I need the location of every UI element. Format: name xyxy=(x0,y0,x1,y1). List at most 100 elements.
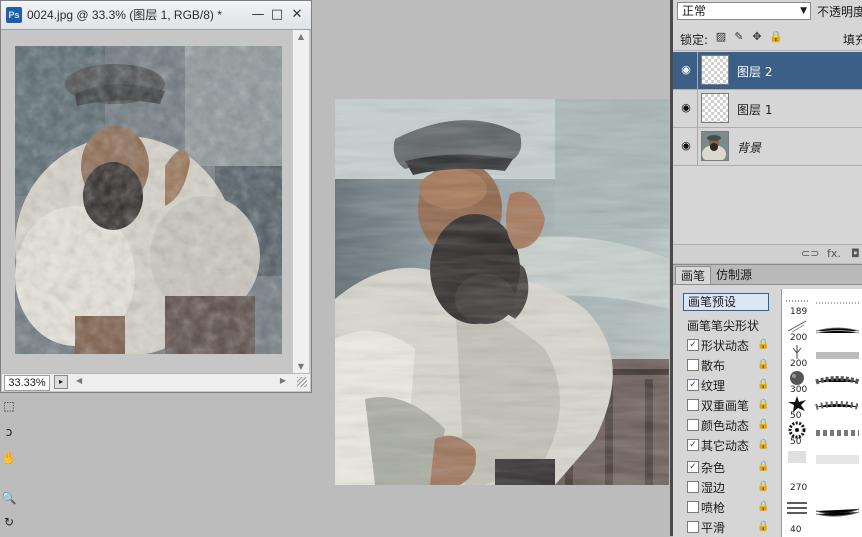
brush-tabbar: 画笔 仿制源 xyxy=(673,265,862,285)
resize-grip[interactable] xyxy=(297,377,307,387)
option-label: 画笔笔尖形状 xyxy=(687,319,760,333)
close-button[interactable]: ✕ xyxy=(288,6,306,24)
checkbox[interactable]: ✓ xyxy=(687,379,699,391)
fill-label: 填充 xyxy=(843,33,862,47)
brush-option[interactable]: 颜色动态 🔒 xyxy=(685,415,773,435)
checkbox[interactable]: ✓ xyxy=(687,339,699,351)
brush-presets-button[interactable]: 画笔预设 xyxy=(683,293,769,311)
lock-icon[interactable]: 🔒 xyxy=(757,481,769,492)
brush-presets-list[interactable]: 189 200 200 300 50 50 270 40 xyxy=(781,289,862,537)
layers-footer: ⊂⊃ fx. ◘ xyxy=(673,244,862,263)
marquee-icon[interactable]: ⬚ xyxy=(1,398,17,414)
brush-option[interactable]: 湿边 🔒 xyxy=(685,477,773,497)
lock-label: 锁定: xyxy=(680,33,709,47)
eye-icon[interactable]: ◉ xyxy=(679,101,693,115)
mask-icon[interactable]: ◘ xyxy=(851,247,860,260)
layer-row-background[interactable]: ◉ 背景 xyxy=(673,128,862,166)
checkbox[interactable] xyxy=(687,521,699,533)
lock-row: 锁定: ▨ ✎ ✥ 🔒 填充 xyxy=(673,24,862,51)
lock-brush-icon[interactable]: ✎ xyxy=(733,31,745,43)
checkbox[interactable]: ✓ xyxy=(687,461,699,473)
tab-clone-source[interactable]: 仿制源 xyxy=(711,266,757,284)
checkbox[interactable] xyxy=(687,501,699,513)
lock-icon[interactable]: 🔒 xyxy=(757,501,769,512)
brush-preset[interactable]: 300 xyxy=(782,369,862,395)
tools-panel: ⬚ ↄ ✋ 🔍 ↻ xyxy=(0,398,20,536)
status-menu-icon[interactable]: ▸ xyxy=(54,375,68,389)
checkbox[interactable] xyxy=(687,419,699,431)
brush-preset[interactable]: 189 xyxy=(782,291,862,317)
blend-mode-value: 正常 xyxy=(682,4,707,18)
blend-mode-select[interactable]: 正常 ▼ xyxy=(677,2,811,20)
lock-icon[interactable]: 🔒 xyxy=(757,339,769,350)
rotate-icon[interactable]: ↻ xyxy=(1,514,17,530)
hand-icon[interactable]: ✋ xyxy=(1,450,17,466)
checkbox[interactable] xyxy=(687,359,699,371)
eye-icon[interactable]: ◉ xyxy=(679,63,693,77)
brush-option[interactable]: 散布 🔒 xyxy=(685,355,773,375)
brush-option[interactable]: ✓ 杂色 🔒 xyxy=(685,457,773,477)
brush-preset[interactable]: 200 xyxy=(782,343,862,369)
layer-row-1[interactable]: ◉ 图层 1 xyxy=(673,90,862,128)
fx-icon[interactable]: fx. xyxy=(827,247,841,260)
brush-option[interactable]: ✓ 形状动态 🔒 xyxy=(685,335,773,355)
document-window: Ps 0024.jpg @ 33.3% (图层 1, RGB/8) * — □ … xyxy=(0,0,312,393)
photoshop-app-icon: Ps xyxy=(6,7,22,23)
zoom-icon[interactable]: 🔍 xyxy=(1,490,17,506)
brush-option[interactable]: ✓ 纹理 🔒 xyxy=(685,375,773,395)
option-label: 杂色 xyxy=(701,461,726,475)
brush-option[interactable]: ✓ 其它动态 🔒 xyxy=(685,435,773,455)
zoom-field[interactable]: 33.33% xyxy=(4,375,50,391)
link-icon[interactable]: ⊂⊃ xyxy=(801,247,819,260)
layer-thumbnail xyxy=(701,55,729,85)
brush-option[interactable]: 双重画笔 🔒 xyxy=(685,395,773,415)
option-label: 散布 xyxy=(701,359,726,373)
scroll-down-icon[interactable]: ▼ xyxy=(293,360,309,374)
option-label: 平滑 xyxy=(701,521,726,535)
checkbox[interactable] xyxy=(687,399,699,411)
lasso-icon[interactable]: ↄ xyxy=(1,424,17,440)
lock-icon[interactable]: 🔒 xyxy=(757,521,769,532)
scroll-right-icon[interactable]: ▶ xyxy=(280,376,286,385)
lock-icon[interactable]: 🔒 xyxy=(757,379,769,390)
document-canvas-area[interactable] xyxy=(2,30,294,374)
brush-preset[interactable]: 270 xyxy=(782,447,862,493)
lock-icon[interactable]: 🔒 xyxy=(757,419,769,430)
opacity-label: 不透明度 xyxy=(817,5,862,19)
lock-icon[interactable]: 🔒 xyxy=(757,461,769,472)
lock-all-icon[interactable]: 🔒 xyxy=(769,31,783,43)
option-label: 喷枪 xyxy=(701,501,726,515)
layer-row-2[interactable]: ◉ 图层 2 xyxy=(673,52,862,90)
lock-icon[interactable]: 🔒 xyxy=(757,359,769,370)
maximize-button[interactable]: □ xyxy=(268,6,286,24)
vertical-scrollbar[interactable]: ▲ ▼ xyxy=(292,30,309,374)
lock-icon[interactable]: 🔒 xyxy=(757,399,769,410)
option-label: 形状动态 xyxy=(701,339,750,353)
tab-brush[interactable]: 画笔 xyxy=(675,266,712,284)
brush-preset[interactable]: 200 xyxy=(782,317,862,343)
document-titlebar[interactable]: Ps 0024.jpg @ 33.3% (图层 1, RGB/8) * — □ … xyxy=(1,1,311,30)
option-label: 纹理 xyxy=(701,379,726,393)
lock-icon[interactable]: 🔒 xyxy=(757,439,769,450)
scroll-up-icon[interactable]: ▲ xyxy=(293,30,309,44)
eye-icon[interactable]: ◉ xyxy=(679,139,693,153)
checkbox[interactable]: ✓ xyxy=(687,439,699,451)
checkbox[interactable] xyxy=(687,481,699,493)
brush-preset[interactable]: 40 xyxy=(782,499,862,537)
minimize-button[interactable]: — xyxy=(249,6,267,24)
option-label: 颜色动态 xyxy=(701,419,750,433)
brush-panel: 画笔 仿制源 画笔预设 画笔笔尖形状 ✓ 形状动态 🔒 散布 🔒 ✓ 纹理 🔒 双重画笔 🔒 颜色动… xyxy=(673,264,862,537)
document-canvas-image[interactable] xyxy=(15,46,282,354)
scroll-left-icon[interactable]: ◀ xyxy=(76,376,82,385)
brush-option[interactable]: 平滑 🔒 xyxy=(685,517,773,537)
lock-move-icon[interactable]: ✥ xyxy=(751,31,763,43)
layers-panel: 正常 ▼ 不透明度 锁定: ▨ ✎ ✥ 🔒 填充 ◉ 图层 2 ◉ 图层 1 ◉ xyxy=(673,0,862,263)
reference-painting xyxy=(335,99,669,485)
brush-preset[interactable]: 50 xyxy=(782,421,862,447)
brush-tip-shape-option[interactable]: 画笔笔尖形状 xyxy=(685,315,773,335)
option-label: 湿边 xyxy=(701,481,726,495)
lock-transparency-icon[interactable]: ▨ xyxy=(715,31,727,43)
layer-name: 背景 xyxy=(737,141,762,155)
brush-preset[interactable]: 50 xyxy=(782,395,862,421)
brush-option[interactable]: 喷枪 🔒 xyxy=(685,497,773,517)
